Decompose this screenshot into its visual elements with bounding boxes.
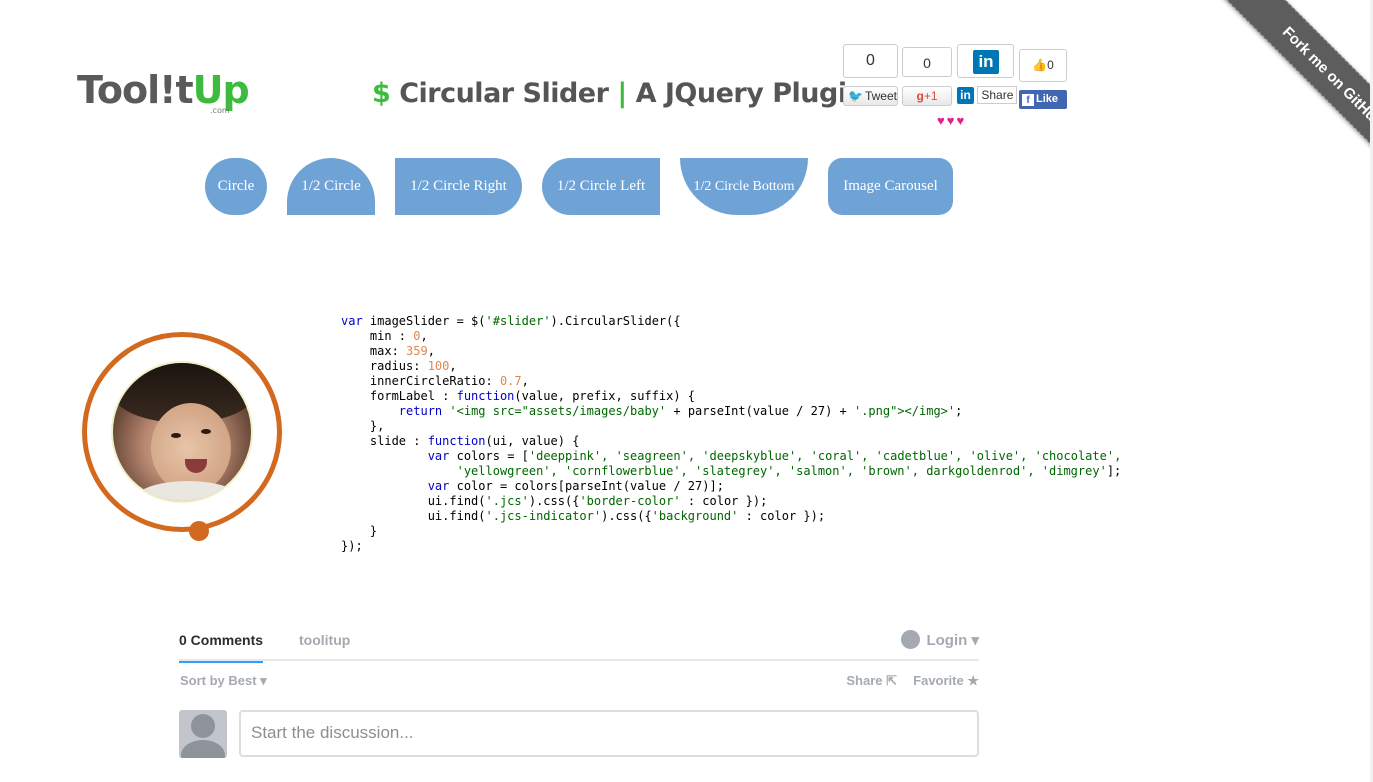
gplus-label: +1: [923, 89, 938, 103]
favorite-button[interactable]: Favorite ★: [913, 673, 979, 689]
title-sub: A JQuery Plugin: [626, 78, 866, 109]
twitter-bird-icon: 🐦: [848, 89, 863, 103]
fb-count-box: 👍0: [1019, 49, 1067, 82]
logo-com-text: .com: [210, 106, 230, 115]
nav-circle-button[interactable]: Circle: [205, 158, 267, 215]
title-name: Circular Slider: [390, 78, 618, 109]
baby-image: [111, 361, 253, 503]
comments-tabs: 0 Comments toolitup Login ▾: [179, 628, 979, 663]
tweet-button[interactable]: 🐦 Tweet: [843, 86, 898, 106]
tab-comments-count[interactable]: 0 Comments: [179, 632, 264, 663]
tweet-count: 0: [843, 44, 898, 78]
fb-like-label: Like: [1036, 93, 1059, 105]
sort-dropdown[interactable]: Sort by Best ▾: [180, 673, 267, 689]
nav-half-circle-right-button[interactable]: 1/2 Circle Right: [395, 158, 522, 215]
nav-half-circle-left-button[interactable]: 1/2 Circle Left: [542, 158, 660, 215]
linkedin-share-button[interactable]: in Share: [955, 86, 1018, 106]
comments-toolbar: Sort by Best ▾ Share ⇱ Favorite ★: [179, 661, 979, 697]
title-pipe: |: [617, 78, 627, 109]
linkedin-count-box: in: [957, 44, 1014, 78]
login-button[interactable]: Login ▾: [901, 630, 979, 649]
thumbs-up-icon: 👍: [1032, 58, 1048, 72]
hearts-icon: ♥♥♥: [937, 113, 967, 128]
facebook-icon: f: [1022, 94, 1034, 106]
site-logo[interactable]: Tool!tUp .com: [77, 68, 250, 115]
page-title: $ Circular Slider | A JQuery Plugin: [372, 78, 866, 109]
circular-slider-handle[interactable]: [189, 521, 209, 541]
github-ribbon-label[interactable]: Fork me on GitHub: [1212, 0, 1373, 198]
share-button[interactable]: Share ⇱: [846, 673, 897, 689]
avatar: [179, 710, 227, 758]
comments-section: 0 Comments toolitup Login ▾ Sort by Best…: [179, 628, 979, 758]
fb-like-button[interactable]: f Like: [1019, 90, 1067, 109]
user-bubble-icon: [901, 630, 921, 649]
github-ribbon[interactable]: Fork me on GitHub: [1173, 0, 1373, 200]
login-label: Login ▾: [926, 632, 979, 649]
nav-half-circle-button[interactable]: 1/2 Circle: [287, 158, 375, 215]
nav-half-circle-bottom-button[interactable]: 1/2 Circle Bottom: [680, 158, 808, 215]
gplus-button[interactable]: g+1: [902, 86, 952, 106]
tweet-label: Tweet: [864, 89, 897, 103]
gplus-count: 0: [902, 47, 952, 77]
gplus-icon: g: [916, 89, 924, 103]
linkedin-large-icon: in: [973, 50, 999, 74]
logo-tool-text: Tool!t: [77, 68, 194, 112]
fb-count: 0: [1047, 58, 1054, 72]
tab-community[interactable]: toolitup: [299, 632, 350, 648]
code-sample: var imageSlider = $('#slider').CircularS…: [341, 314, 1122, 553]
title-dollar: $: [372, 78, 391, 109]
nav-image-carousel-button[interactable]: Image Carousel: [828, 158, 953, 215]
linkedin-share-label: Share: [977, 86, 1018, 104]
linkedin-icon: in: [957, 87, 974, 105]
discussion-input[interactable]: Start the discussion...: [239, 710, 979, 757]
